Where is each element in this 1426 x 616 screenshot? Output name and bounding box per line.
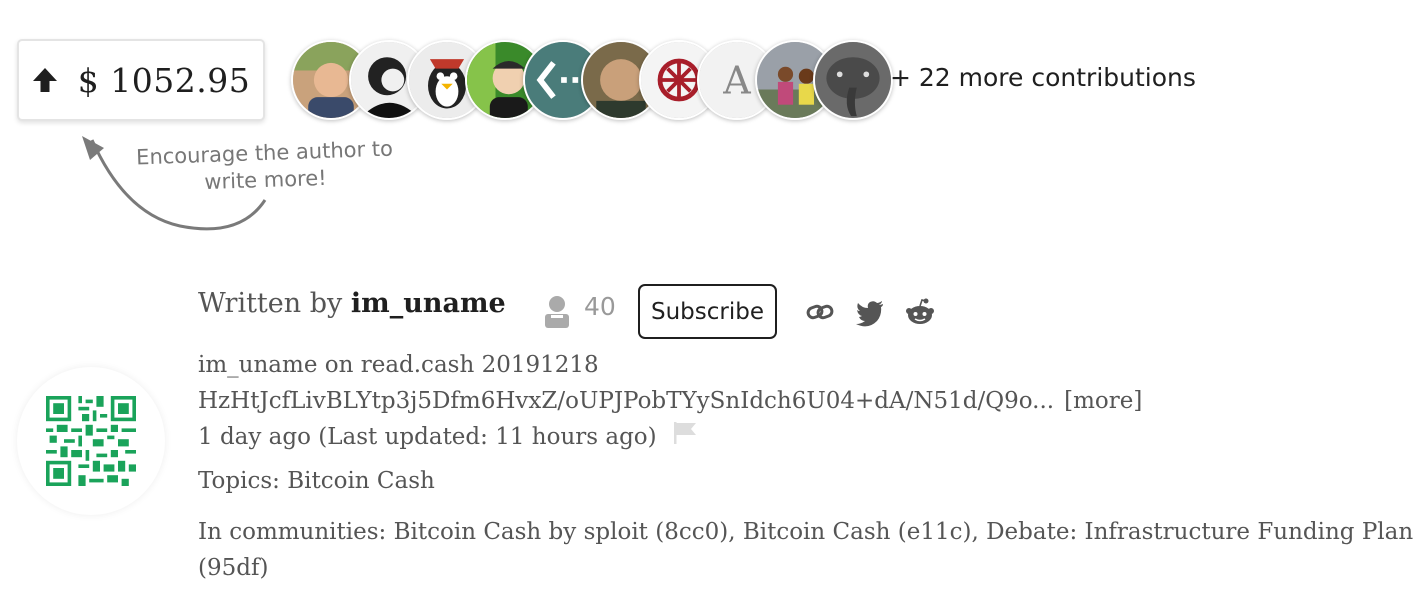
encourage-hint: Encourage the author to write more!	[109, 135, 421, 200]
avatar-10[interactable]	[813, 40, 893, 120]
twitter-icon[interactable]	[855, 297, 885, 327]
subscribe-button[interactable]: Subscribe	[638, 284, 777, 339]
tip-amount: $ 1052.95	[77, 60, 251, 100]
signature-hash: HzHtJcfLivBLYtp3j5Dfm6HvxZ/oUPJPobTYySnI…	[198, 388, 1055, 414]
more-link[interactable]: [more]	[1064, 388, 1142, 414]
more-contributions-link[interactable]: + 22 more contributions	[890, 63, 1196, 92]
follower-count: 40	[584, 292, 616, 321]
flag-icon[interactable]	[672, 420, 698, 446]
author-username[interactable]: im_uname	[351, 288, 506, 319]
follower-icon	[542, 294, 572, 328]
tip-button[interactable]: $ 1052.95	[17, 39, 265, 121]
qr-code[interactable]	[17, 367, 165, 515]
topics: Topics: Bitcoin Cash	[198, 468, 435, 494]
up-arrow-icon	[32, 66, 58, 94]
publish-time: 1 day ago (Last updated: 11 hours ago)	[198, 424, 657, 450]
written-by: Written by im_uname	[198, 288, 506, 319]
communities: In communities: Bitcoin Cash by sploit (…	[198, 519, 1414, 581]
signature-line-2: HzHtJcfLivBLYtp3j5Dfm6HvxZ/oUPJPobTYySnI…	[198, 388, 1142, 414]
svg-text:A: A	[722, 58, 751, 102]
qr-code-icon	[46, 396, 136, 486]
signature-line-1: im_uname on read.cash 20191218	[198, 352, 599, 378]
link-icon[interactable]	[805, 297, 835, 327]
written-by-label: Written by	[198, 288, 343, 319]
reddit-icon[interactable]	[905, 297, 935, 327]
